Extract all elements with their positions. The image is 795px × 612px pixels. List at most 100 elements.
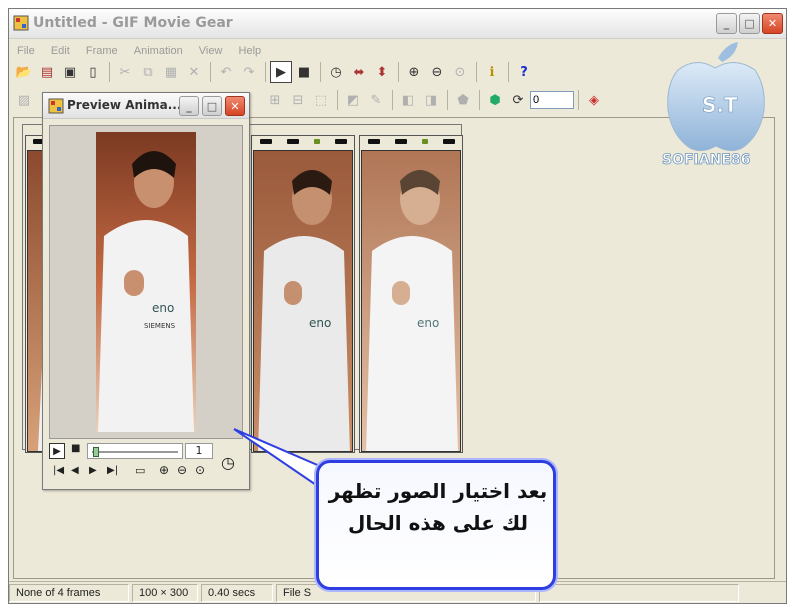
- split-icon[interactable]: ◧: [397, 89, 419, 111]
- optimize-icon[interactable]: ⬢: [484, 89, 506, 111]
- film-sprockets: [252, 136, 354, 146]
- separator: [508, 62, 509, 82]
- separator: [447, 90, 448, 110]
- preview-title: Preview Anima...: [67, 98, 182, 112]
- menu-animation[interactable]: Animation: [134, 41, 183, 61]
- timer-icon[interactable]: ◷: [325, 61, 347, 83]
- menu-frame[interactable]: Frame: [86, 41, 118, 61]
- frame-thumbnail-4[interactable]: eno: [359, 135, 463, 453]
- effect-icon[interactable]: ◩: [342, 89, 364, 111]
- loop-icon[interactable]: ⟳: [507, 89, 529, 111]
- stop-icon[interactable]: ■: [293, 61, 315, 83]
- preview-maximize-button[interactable]: □: [202, 96, 222, 116]
- callout-bubble: بعد اختيار الصور تظهر لك على هذه الحال: [316, 460, 556, 590]
- svg-text:eno: eno: [417, 316, 439, 330]
- film-icon[interactable]: ▤: [36, 61, 58, 83]
- status-frames: None of 4 frames: [9, 584, 129, 602]
- preview-zoom-in-icon[interactable]: ⊕: [159, 463, 169, 477]
- close-button[interactable]: ✕: [762, 13, 783, 34]
- film-sprockets: [360, 136, 462, 146]
- cut-icon[interactable]: ✂: [114, 61, 136, 83]
- frame-thumbnail-3[interactable]: eno: [251, 135, 355, 453]
- separator: [337, 90, 338, 110]
- help-icon[interactable]: ?: [513, 61, 535, 83]
- callout-pointer: [233, 428, 323, 491]
- separator: [109, 62, 110, 82]
- menu-file[interactable]: File: [17, 41, 35, 61]
- app-icon: [13, 15, 29, 31]
- separator: [398, 62, 399, 82]
- preview-app-icon: [48, 98, 64, 114]
- svg-text:SIEMENS: SIEMENS: [144, 322, 176, 330]
- paste-icon[interactable]: ▦: [160, 61, 182, 83]
- separator: [392, 90, 393, 110]
- menu-help[interactable]: Help: [239, 41, 262, 61]
- separator: [210, 62, 211, 82]
- preview-stop-button[interactable]: ■: [71, 443, 80, 454]
- frames-icon[interactable]: ⬌: [348, 61, 370, 83]
- separator: [476, 62, 477, 82]
- screen-icon[interactable]: ▭: [135, 464, 145, 477]
- color-icon[interactable]: ⬟: [452, 89, 474, 111]
- last-frame-button[interactable]: ▶|: [107, 465, 118, 476]
- preview-zoom-fit-icon[interactable]: ⊙: [195, 463, 205, 477]
- menu-edit[interactable]: Edit: [51, 41, 70, 61]
- logo-letters: S.T: [702, 93, 738, 117]
- zoom-out-icon[interactable]: ⊖: [426, 61, 448, 83]
- title-bar: Untitled - GIF Movie Gear _ □ ✕: [9, 9, 786, 39]
- merge-icon[interactable]: ◨: [420, 89, 442, 111]
- slider-thumb[interactable]: [93, 447, 99, 457]
- frames-alt-icon[interactable]: ⬍: [371, 61, 393, 83]
- resize-icon[interactable]: ⊟: [287, 89, 309, 111]
- next-frame-button[interactable]: ▶: [89, 465, 97, 476]
- palette-icon[interactable]: ◈: [583, 89, 605, 111]
- preview-image: eno SIEMENS: [96, 132, 196, 432]
- open-icon[interactable]: 📂: [13, 61, 35, 83]
- preview-window: Preview Anima... _ □ ✕ eno SIEMENS ▶ ■ 1 …: [42, 92, 250, 490]
- delete-icon[interactable]: ✕: [183, 61, 205, 83]
- properties-icon[interactable]: ℹ: [481, 61, 503, 83]
- status-size: 100 × 300: [132, 584, 198, 602]
- minimize-button[interactable]: _: [716, 13, 737, 34]
- maximize-button[interactable]: □: [739, 13, 760, 34]
- status-duration: 0.40 secs: [201, 584, 273, 602]
- zoom-fit-icon[interactable]: ⊙: [449, 61, 471, 83]
- preview-frame-number: 1: [185, 443, 213, 459]
- save-icon[interactable]: ▣: [59, 61, 81, 83]
- copy-icon[interactable]: ⧉: [137, 61, 159, 83]
- preview-position-slider[interactable]: [87, 443, 183, 459]
- frame-image: eno: [361, 150, 461, 452]
- frame-tool-icon[interactable]: ▨: [13, 89, 35, 111]
- preview-canvas: eno SIEMENS: [49, 125, 243, 439]
- separator: [578, 90, 579, 110]
- crop-icon[interactable]: ⊞: [264, 89, 286, 111]
- watermark-logo: S.T SOFIANE86: [660, 40, 770, 170]
- zoom-in-icon[interactable]: ⊕: [403, 61, 425, 83]
- preview-title-bar[interactable]: Preview Anima... _ □ ✕: [43, 93, 249, 119]
- play-icon[interactable]: ▶: [270, 61, 292, 83]
- loop-count-field[interactable]: [530, 91, 574, 109]
- separator: [265, 62, 266, 82]
- redo-icon[interactable]: ↷: [238, 61, 260, 83]
- undo-icon[interactable]: ↶: [215, 61, 237, 83]
- first-frame-button[interactable]: |◀: [53, 465, 64, 476]
- separator: [479, 90, 480, 110]
- preview-minimize-button[interactable]: _: [179, 96, 199, 116]
- separator: [320, 62, 321, 82]
- callout-text: بعد اختيار الصور تظهر لك على هذه الحال: [328, 479, 548, 535]
- rotate-icon[interactable]: ⬚: [310, 89, 332, 111]
- paint-icon[interactable]: ✎: [365, 89, 387, 111]
- svg-text:eno: eno: [309, 316, 331, 330]
- slider-track: [92, 451, 178, 453]
- svg-text:eno: eno: [152, 301, 174, 315]
- frame-image: eno: [253, 150, 353, 452]
- preview-close-button[interactable]: ✕: [225, 96, 245, 116]
- window-title: Untitled - GIF Movie Gear: [33, 15, 233, 31]
- prev-frame-button[interactable]: ◀: [71, 465, 79, 476]
- new-icon[interactable]: ▯: [82, 61, 104, 83]
- menu-view[interactable]: View: [199, 41, 223, 61]
- status-extra: [539, 584, 739, 602]
- preview-zoom-out-icon[interactable]: ⊖: [177, 463, 187, 477]
- main-toolbar: 📂 ▤ ▣ ▯ ✂ ⧉ ▦ ✕ ↶ ↷ ▶ ■ ◷ ⬌ ⬍ ⊕ ⊖ ⊙ ℹ ?: [13, 59, 763, 85]
- preview-play-button[interactable]: ▶: [49, 443, 65, 459]
